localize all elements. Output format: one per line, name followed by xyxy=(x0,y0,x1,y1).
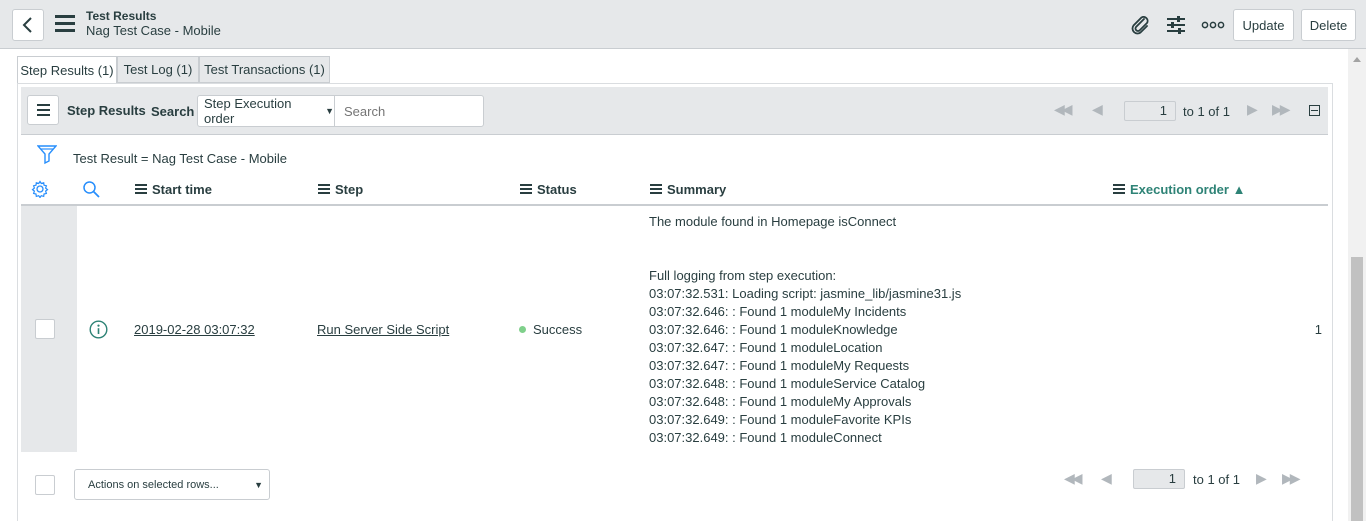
search-input[interactable] xyxy=(334,95,484,127)
info-icon[interactable] xyxy=(89,320,108,342)
column-menu-icon[interactable] xyxy=(520,182,532,196)
summary-line: 03:07:32.648: : Found 1 moduleMy Approva… xyxy=(649,394,912,409)
delete-button[interactable]: Delete xyxy=(1301,9,1356,41)
scroll-up-icon[interactable] xyxy=(1353,57,1361,62)
form-subtitle: Nag Test Case - Mobile xyxy=(86,23,221,38)
start-time-link[interactable]: 2019-02-28 03:07:32 xyxy=(134,322,255,337)
next-page-icon[interactable]: ▶ xyxy=(1256,470,1267,487)
column-label: Summary xyxy=(667,181,727,197)
summary-line: 03:07:32.647: : Found 1 moduleLocation xyxy=(649,340,883,355)
actions-select-value: Actions on selected rows... xyxy=(88,478,219,491)
previous-page-icon[interactable]: ◀ xyxy=(1092,101,1103,118)
last-page-icon[interactable]: ▶▶ xyxy=(1272,101,1290,118)
column-label: Step xyxy=(335,181,364,197)
search-field-select[interactable]: Step Execution order ▼ xyxy=(197,95,335,127)
search-label: Search xyxy=(151,104,195,119)
scrollbar-track[interactable] xyxy=(1348,49,1366,521)
page-range: to 1 of 1 xyxy=(1183,104,1230,119)
column-label: Execution order ▲ xyxy=(1130,181,1246,197)
list-title: Step Results xyxy=(67,103,146,118)
scrollbar-thumb[interactable] xyxy=(1351,257,1363,521)
filter-breadcrumb[interactable]: Test Result = Nag Test Case - Mobile xyxy=(73,151,287,166)
search-columns-icon[interactable] xyxy=(82,180,101,202)
column-label: Status xyxy=(537,181,577,197)
list-menu-button[interactable] xyxy=(27,95,59,125)
list-toolbar: Step Results Search Step Execution order… xyxy=(21,87,1328,135)
summary-line: The module found in Homepage isConnect xyxy=(649,214,897,229)
chevron-down-icon: ▼ xyxy=(254,479,263,490)
summary-line: Full logging from step execution: xyxy=(649,268,837,283)
tab-step-results[interactable]: Step Results (1) xyxy=(17,56,117,84)
summary-line: 03:07:32.649: : Found 1 moduleFavorite K… xyxy=(649,412,912,427)
personalize-list-icon[interactable] xyxy=(31,180,49,201)
tab-test-log[interactable]: Test Log (1) xyxy=(117,56,199,83)
form-header: Test Results Nag Test Case - Mobile Upda… xyxy=(0,0,1366,49)
column-menu-icon[interactable] xyxy=(1113,182,1125,196)
back-button[interactable] xyxy=(12,9,44,41)
chevron-left-icon xyxy=(22,17,32,33)
actions-select[interactable]: Actions on selected rows... ▼ xyxy=(74,469,270,500)
status-cell: Success xyxy=(519,322,582,337)
column-menu-icon[interactable] xyxy=(318,182,330,196)
context-menu-icon[interactable] xyxy=(55,15,75,33)
previous-page-icon[interactable]: ◀ xyxy=(1101,470,1112,487)
page-input[interactable]: 1 xyxy=(1124,101,1176,121)
column-menu-icon[interactable] xyxy=(650,182,662,196)
more-options-icon[interactable] xyxy=(1200,13,1226,37)
last-page-icon[interactable]: ▶▶ xyxy=(1282,470,1300,487)
summary-line: 03:07:32.649: : Found 1 moduleConnect xyxy=(649,430,882,445)
first-page-icon[interactable]: ◀◀ xyxy=(1054,101,1072,118)
column-label: Start time xyxy=(152,181,212,197)
status-text: Success xyxy=(533,322,583,337)
summary-line: 03:07:32.646: : Found 1 moduleMy Inciden… xyxy=(649,304,907,319)
attachment-icon[interactable] xyxy=(1127,13,1153,37)
first-page-icon[interactable]: ◀◀ xyxy=(1064,470,1082,487)
select-all-checkbox[interactable] xyxy=(35,475,55,495)
step-link[interactable]: Run Server Side Script xyxy=(317,322,449,337)
summary-line: 03:07:32.647: : Found 1 moduleMy Request… xyxy=(649,358,910,373)
update-button[interactable]: Update xyxy=(1233,9,1294,41)
column-header-start-time[interactable]: Start time xyxy=(135,180,212,198)
row-checkbox[interactable] xyxy=(35,319,55,339)
search-field-value: Step Execution order xyxy=(204,96,292,126)
form-title: Test Results xyxy=(86,9,157,23)
next-page-icon[interactable]: ▶ xyxy=(1247,101,1258,118)
column-header-status[interactable]: Status xyxy=(520,180,577,198)
column-menu-icon[interactable] xyxy=(135,182,147,196)
tab-test-transactions[interactable]: Test Transactions (1) xyxy=(199,56,330,83)
column-header-step[interactable]: Step xyxy=(318,180,363,198)
chevron-down-icon: ▼ xyxy=(325,106,334,116)
summary-line: 03:07:32.646: : Found 1 moduleKnowledge xyxy=(649,322,898,337)
collapse-list-icon[interactable] xyxy=(1309,105,1320,116)
page-range: to 1 of 1 xyxy=(1193,472,1240,487)
status-dot xyxy=(519,326,526,333)
summary-line: 03:07:32.648: : Found 1 moduleService Ca… xyxy=(649,376,926,391)
filter-icon[interactable] xyxy=(36,144,58,169)
summary-line: 03:07:32.531: Loading script: jasmine_li… xyxy=(649,286,962,301)
column-header-execution-order[interactable]: Execution order ▲ xyxy=(1113,180,1245,198)
page-input[interactable]: 1 xyxy=(1133,469,1185,489)
execution-order-value: 1 xyxy=(1314,322,1322,337)
personalize-form-icon[interactable] xyxy=(1163,13,1189,37)
column-header-summary[interactable]: Summary xyxy=(650,180,726,198)
